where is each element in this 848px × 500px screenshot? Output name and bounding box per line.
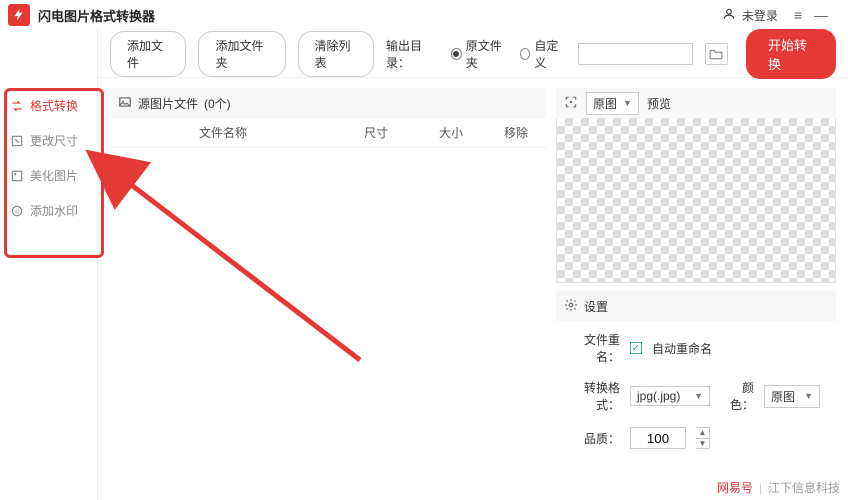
clear-list-button[interactable]: 清除列表 <box>298 31 374 77</box>
titlebar: 闪电图片格式转换器 未登录 ≡ — <box>0 0 848 30</box>
window-buttons: ≡ — <box>794 8 840 22</box>
svg-text:©: © <box>15 208 20 215</box>
auto-rename-text: 自动重命名 <box>652 340 712 357</box>
sidebar-item-watermark[interactable]: © 添加水印 <box>0 193 97 228</box>
divider: | <box>759 481 762 495</box>
output-dir-label: 输出目录： <box>386 37 439 71</box>
add-file-button[interactable]: 添加文件 <box>110 31 186 77</box>
titlebar-right: 未登录 ≡ — <box>722 7 840 24</box>
menu-icon[interactable]: ≡ <box>794 8 802 22</box>
sidebar-item-label: 添加水印 <box>30 202 78 219</box>
beautify-icon <box>10 169 24 183</box>
source-files-header: 源图片文件 (0个) <box>110 88 546 118</box>
quality-spinner[interactable]: ▲ ▼ <box>696 427 710 449</box>
login-status[interactable]: 未登录 <box>742 7 778 24</box>
col-dimension: 尺寸 <box>336 124 416 141</box>
radio-original-folder[interactable]: 原文件夹 <box>451 37 508 71</box>
settings-body: 文件重名： ✓ 自动重命名 转换格式： jpg(.jpg) ▼ 颜色： 原图 <box>556 321 836 459</box>
file-list-pane: 源图片文件 (0个) 文件名称 尺寸 大小 移除 <box>110 88 546 500</box>
radio-dot-icon <box>520 48 531 60</box>
footer-author: 江下信息科技 <box>768 479 840 496</box>
output-path-input[interactable] <box>578 43 693 65</box>
user-icon <box>722 7 736 24</box>
footer-brand: 网易号 <box>717 479 753 496</box>
sidebar: 格式转换 更改尺寸 美化图片 © 添加水印 <box>0 30 98 500</box>
radio-dot-icon <box>451 48 462 60</box>
rename-label: 文件重名： <box>564 331 620 365</box>
image-icon <box>118 95 132 112</box>
source-files-label: 源图片文件 <box>138 95 198 112</box>
settings-header: 设置 <box>556 291 836 321</box>
sidebar-item-label: 美化图片 <box>30 167 78 184</box>
format-dropdown[interactable]: jpg(.jpg) ▼ <box>630 386 710 406</box>
sidebar-item-beautify[interactable]: 美化图片 <box>0 158 97 193</box>
chevron-down-icon: ▼ <box>804 391 813 401</box>
chevron-down-icon[interactable]: ▼ <box>696 439 709 449</box>
settings-title: 设置 <box>584 298 608 315</box>
preview-settings-pane: 原图 ▼ 预览 设置 文件重名： ✓ 自动重命名 <box>556 88 836 500</box>
source-files-count: (0个) <box>204 95 231 112</box>
chevron-down-icon: ▼ <box>623 98 632 108</box>
preview-canvas <box>556 118 836 283</box>
col-filename: 文件名称 <box>110 124 336 141</box>
gear-icon <box>564 298 578 315</box>
col-size: 大小 <box>416 124 486 141</box>
chevron-up-icon[interactable]: ▲ <box>696 428 709 439</box>
start-convert-button[interactable]: 开始转换 <box>746 29 836 79</box>
browse-folder-button[interactable] <box>705 43 728 65</box>
watermark-icon: © <box>10 204 24 218</box>
footer-credit: 网易号 | 江下信息科技 <box>717 479 840 496</box>
preview-header: 原图 ▼ 预览 <box>556 88 836 118</box>
app-logo <box>8 4 30 26</box>
resize-icon <box>10 134 24 148</box>
auto-rename-checkbox[interactable]: ✓ <box>630 342 642 354</box>
focus-icon <box>564 95 578 112</box>
radio-custom-folder[interactable]: 自定义 <box>520 37 566 71</box>
preview-source-dropdown[interactable]: 原图 ▼ <box>586 92 639 115</box>
convert-icon <box>10 99 24 113</box>
minimize-icon[interactable]: — <box>814 8 828 22</box>
color-label: 颜色： <box>720 379 754 413</box>
sidebar-item-format-convert[interactable]: 格式转换 <box>0 88 97 123</box>
format-label: 转换格式： <box>564 379 620 413</box>
add-folder-button[interactable]: 添加文件夹 <box>198 31 285 77</box>
quality-input[interactable] <box>630 427 686 449</box>
table-header: 文件名称 尺寸 大小 移除 <box>110 118 546 148</box>
toolbar: 添加文件 添加文件夹 清除列表 输出目录： 原文件夹 自定义 开始转换 <box>98 30 848 78</box>
app-title: 闪电图片格式转换器 <box>38 6 155 25</box>
color-dropdown[interactable]: 原图 ▼ <box>764 385 820 408</box>
quality-label: 品质： <box>564 430 620 447</box>
chevron-down-icon: ▼ <box>694 391 703 401</box>
preview-label: 预览 <box>647 95 671 112</box>
sidebar-item-label: 更改尺寸 <box>30 132 78 149</box>
sidebar-item-label: 格式转换 <box>30 97 78 114</box>
table-body-empty <box>110 148 546 500</box>
col-remove: 移除 <box>486 124 546 141</box>
sidebar-item-resize[interactable]: 更改尺寸 <box>0 123 97 158</box>
